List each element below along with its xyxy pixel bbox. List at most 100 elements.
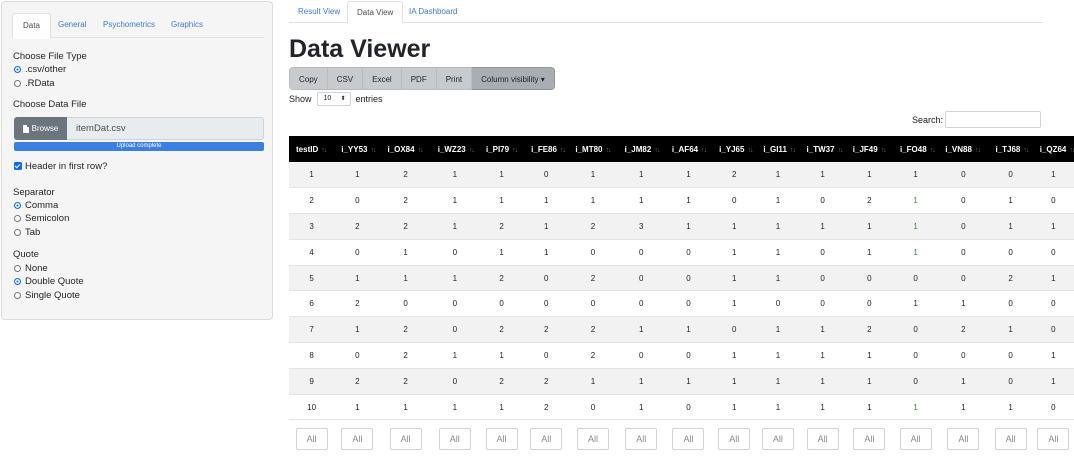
header-row-checkbox[interactable]: Header in first row? — [14, 160, 107, 172]
column-filter-input[interactable]: All — [341, 427, 374, 450]
column-header[interactable]: i_QZ64 ↑↓ — [1032, 136, 1074, 162]
column-header[interactable]: i_TJ68 ↑↓ — [988, 136, 1033, 162]
tab-general[interactable]: General — [48, 13, 96, 38]
column-header[interactable]: i_YY53 ↑↓ — [334, 136, 381, 162]
radio-single-quote[interactable]: Single Quote — [14, 289, 80, 301]
column-filter-input[interactable]: All — [994, 427, 1027, 450]
column-header[interactable]: i_JM82 ↑↓ — [617, 136, 665, 162]
print-button[interactable]: Print — [436, 67, 473, 90]
column-filter-input[interactable]: All — [1037, 427, 1070, 450]
column-header[interactable]: i_JF49 ↑↓ — [845, 136, 893, 162]
column-filter-input[interactable]: All — [899, 427, 932, 450]
sort-icon: ↑↓ — [654, 146, 660, 154]
column-filter-input[interactable]: All — [672, 427, 705, 450]
table-row[interactable]: 92202211111110101 — [289, 368, 1074, 395]
table-cell: 0 — [430, 368, 479, 395]
radio-unselected-icon — [14, 214, 21, 222]
radio-unselected-icon — [14, 264, 21, 272]
tab-graphics[interactable]: Graphics — [161, 13, 213, 38]
table-cell: 3 — [617, 213, 665, 240]
table-header-row: testID ↑↓ i_YY53 ↑↓ i_OX84 ↑↓ i_WZ23 ↑↓ i_PI79 ↑↓… — [289, 136, 1074, 162]
table-cell: 0 — [988, 162, 1033, 189]
radio-selected-icon — [14, 201, 21, 209]
column-header[interactable]: i_TW37 ↑↓ — [799, 136, 846, 162]
table-row[interactable]: 80211020011110001 — [289, 342, 1074, 369]
table-row[interactable]: 51112020011000021 — [289, 265, 1074, 292]
table-cell: 1 — [380, 394, 431, 421]
table-row[interactable]: 10 1 1 1 1 2 0 1 0 1 1 1 1 1 1 1 0 — [289, 394, 1074, 421]
excel-button[interactable]: Excel — [363, 67, 402, 90]
tab-data[interactable]: Data — [12, 13, 51, 39]
column-filter-input[interactable]: All — [485, 427, 518, 450]
table-cell: 1 — [430, 342, 479, 369]
column-header[interactable]: i_YJ65 ↑↓ — [712, 136, 757, 162]
radio-semicolon[interactable]: Semicolon — [14, 212, 69, 224]
column-header-label: i_VN88 — [945, 144, 972, 154]
table-cell: 0 — [478, 290, 525, 318]
column-header[interactable]: i_FE86 ↑↓ — [524, 136, 569, 162]
column-filter-input[interactable]: All — [947, 427, 980, 450]
column-filter-input[interactable]: All — [718, 427, 751, 450]
sidebar-tabs: Data General Psychometrics Graphics — [12, 13, 264, 39]
column-header[interactable]: i_VN88 ↑↓ — [938, 136, 989, 162]
radio-rdata[interactable]: .RData — [14, 77, 55, 89]
column-header[interactable]: i_MT80 ↑↓ — [568, 136, 618, 162]
table-row[interactable]: 11211011121111001 — [289, 162, 1074, 189]
column-filter-input[interactable]: All — [761, 427, 794, 450]
column-header[interactable]: i_PI79 ↑↓ — [478, 136, 525, 162]
csv-button[interactable]: CSV — [327, 67, 364, 90]
pdf-button[interactable]: PDF — [401, 67, 437, 90]
tab-ia-dashboard[interactable]: IA Dashboard — [400, 1, 466, 23]
column-header[interactable]: testID ↑↓ — [289, 136, 335, 162]
browse-button[interactable]: Browse — [14, 117, 67, 140]
column-header[interactable]: i_WZ23 ↑↓ — [430, 136, 479, 162]
column-filter-input[interactable]: All — [625, 427, 658, 450]
radio-none[interactable]: None — [14, 262, 48, 274]
table-cell: 7 — [289, 316, 335, 344]
page-length-select[interactable]: 10 ⬍ — [316, 92, 351, 106]
table-cell: 2 — [568, 265, 618, 292]
column-header[interactable]: i_GI11 ↑↓ — [756, 136, 800, 162]
table-row[interactable]: 62000000010001100 — [289, 290, 1074, 318]
table-cell: 0 — [617, 265, 665, 292]
column-filter-input[interactable]: All — [389, 427, 422, 450]
radio-selected-icon — [14, 65, 21, 73]
column-header[interactable]: i_OX84 ↑↓ — [380, 136, 431, 162]
table-row[interactable]: 20211111101021010 — [289, 187, 1074, 215]
column-filter-input[interactable]: All — [530, 427, 563, 450]
column-filter-input[interactable]: All — [577, 427, 609, 450]
column-header[interactable]: i_AF64 ↑↓ — [664, 136, 713, 162]
column-header-label: i_YJ65 — [719, 144, 745, 154]
search-input[interactable] — [945, 111, 1041, 128]
checkbox-checked-icon — [14, 162, 22, 170]
table-cell: 2 — [380, 213, 431, 240]
table-cell: 2 — [568, 316, 618, 344]
table-cell: 1 — [756, 187, 800, 215]
column-filter-input[interactable]: All — [438, 427, 471, 450]
table-cell: 1 — [478, 187, 525, 215]
radio-tab[interactable]: Tab — [14, 226, 40, 238]
column-filter-input[interactable]: All — [853, 427, 886, 450]
file-name-field[interactable]: itemDat.csv — [67, 117, 264, 140]
tab-psychometrics[interactable]: Psychometrics — [93, 13, 165, 38]
copy-button[interactable]: Copy — [289, 67, 328, 90]
radio-csv-other[interactable]: .csv/other — [14, 63, 66, 75]
column-header[interactable]: i_FO48 ↑↓ — [893, 136, 939, 162]
table-cell: 2 — [478, 265, 525, 292]
tab-result-view[interactable]: Result View — [289, 1, 349, 23]
column-visibility-button[interactable]: Column visibility ▾ — [472, 67, 555, 90]
filter-cell: All — [617, 419, 665, 457]
filter-cell: All — [938, 419, 989, 457]
table-cell: 0 — [664, 394, 713, 421]
column-filter-input[interactable]: All — [295, 427, 328, 450]
table-row[interactable]: 32212123111111011 — [289, 213, 1074, 240]
radio-label: .RData — [25, 77, 55, 89]
radio-double-quote[interactable]: Double Quote — [14, 275, 84, 287]
table-row[interactable]: 40101100011011000 — [289, 239, 1074, 266]
column-filter-input[interactable]: All — [806, 427, 839, 450]
radio-comma[interactable]: Comma — [14, 199, 58, 211]
filter-cell: All — [893, 419, 939, 457]
tab-data-view[interactable]: Data View — [347, 1, 404, 24]
table-row[interactable]: 71202221101120210 — [289, 316, 1074, 344]
table-cell: 1 — [893, 187, 939, 215]
